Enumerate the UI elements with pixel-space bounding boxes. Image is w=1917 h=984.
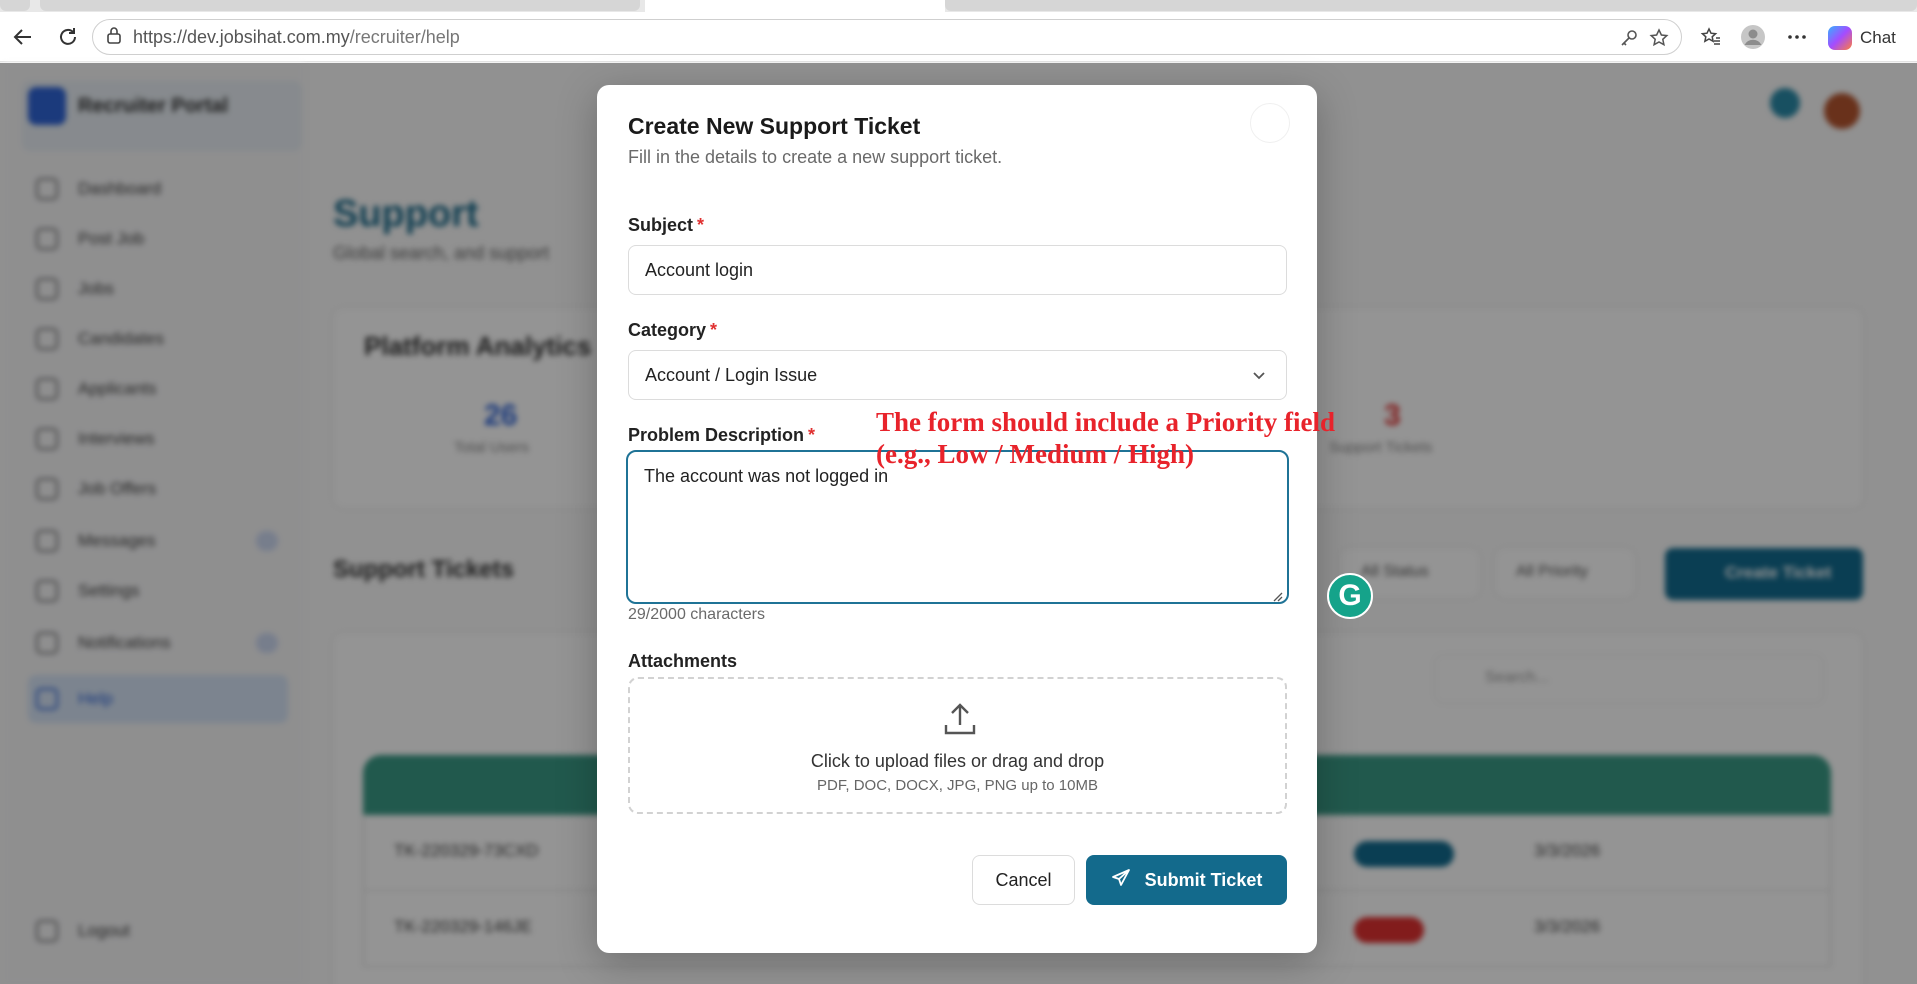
favorites-icon[interactable] <box>1696 22 1726 52</box>
key-icon[interactable] <box>1618 27 1640 49</box>
category-label: Category * <box>628 320 717 341</box>
subject-label: Subject * <box>628 215 704 236</box>
refresh-icon[interactable] <box>52 22 82 52</box>
category-label-text: Category <box>628 320 707 340</box>
submit-ticket-button[interactable]: Submit Ticket <box>1086 855 1287 905</box>
more-options-icon[interactable] <box>1782 22 1812 52</box>
category-select[interactable]: Account / Login Issue <box>628 350 1287 400</box>
browser-toolbar: https://dev.jobsihat.com.my/recruiter/he… <box>0 12 1917 62</box>
required-mark: * <box>697 215 705 235</box>
chevron-down-icon <box>1250 366 1268 384</box>
back-icon[interactable] <box>8 22 38 52</box>
category-value: Account / Login Issue <box>645 364 818 385</box>
cancel-button[interactable]: Cancel <box>972 855 1075 905</box>
resize-handle-icon[interactable] <box>1271 586 1283 602</box>
browser-tab[interactable] <box>40 0 640 11</box>
browser-tab[interactable] <box>0 0 30 11</box>
send-icon <box>1111 868 1131 893</box>
chat-label: Chat <box>1860 28 1896 47</box>
lock-icon[interactable] <box>105 26 123 49</box>
close-button[interactable] <box>1250 103 1290 143</box>
subject-input[interactable]: Account login <box>628 245 1287 295</box>
grammarly-icon[interactable]: G <box>1327 573 1373 619</box>
favorite-star-icon[interactable] <box>1648 27 1670 49</box>
browser-tab-active[interactable] <box>645 0 945 12</box>
file-dropzone[interactable]: Click to upload files or drag and drop P… <box>628 677 1287 814</box>
subject-value: Account login <box>645 259 754 280</box>
upload-text: Click to upload files or drag and drop <box>810 751 1105 771</box>
modal-title: Create New Support Ticket <box>628 113 921 139</box>
url-path: /recruiter/help <box>349 26 460 47</box>
review-annotation: The form should include a Priority field… <box>876 407 1335 469</box>
url-host: https://dev.jobsihat.com.my <box>133 26 350 47</box>
address-bar[interactable]: https://dev.jobsihat.com.my/recruiter/he… <box>92 19 1682 55</box>
browser-tab[interactable] <box>945 0 1917 11</box>
description-textarea[interactable]: The account was not logged in <box>626 450 1289 604</box>
upload-icon <box>940 699 980 739</box>
submit-label: Submit Ticket <box>1144 869 1263 890</box>
url-text[interactable]: https://dev.jobsihat.com.my/recruiter/he… <box>133 27 460 48</box>
profile-avatar-icon[interactable] <box>1738 22 1768 52</box>
required-mark: * <box>808 425 816 445</box>
required-mark: * <box>710 320 718 340</box>
create-ticket-modal: Create New Support Ticket Fill in the de… <box>597 85 1317 953</box>
attachments-label: Attachments <box>628 651 738 671</box>
subject-label-text: Subject <box>628 215 694 235</box>
description-value: The account was not logged in <box>644 466 889 486</box>
character-counter: 29/2000 characters <box>628 606 765 623</box>
copilot-icon <box>1828 26 1852 50</box>
copilot-chat-button[interactable]: Chat <box>1828 24 1896 52</box>
description-label-text: Problem Description <box>628 425 805 445</box>
description-label: Problem Description * <box>628 425 815 446</box>
upload-hint: PDF, DOC, DOCX, JPG, PNG up to 10MB <box>817 777 1098 794</box>
browser-tabstrip <box>0 0 1917 12</box>
modal-subtitle: Fill in the details to create a new supp… <box>628 147 1003 167</box>
